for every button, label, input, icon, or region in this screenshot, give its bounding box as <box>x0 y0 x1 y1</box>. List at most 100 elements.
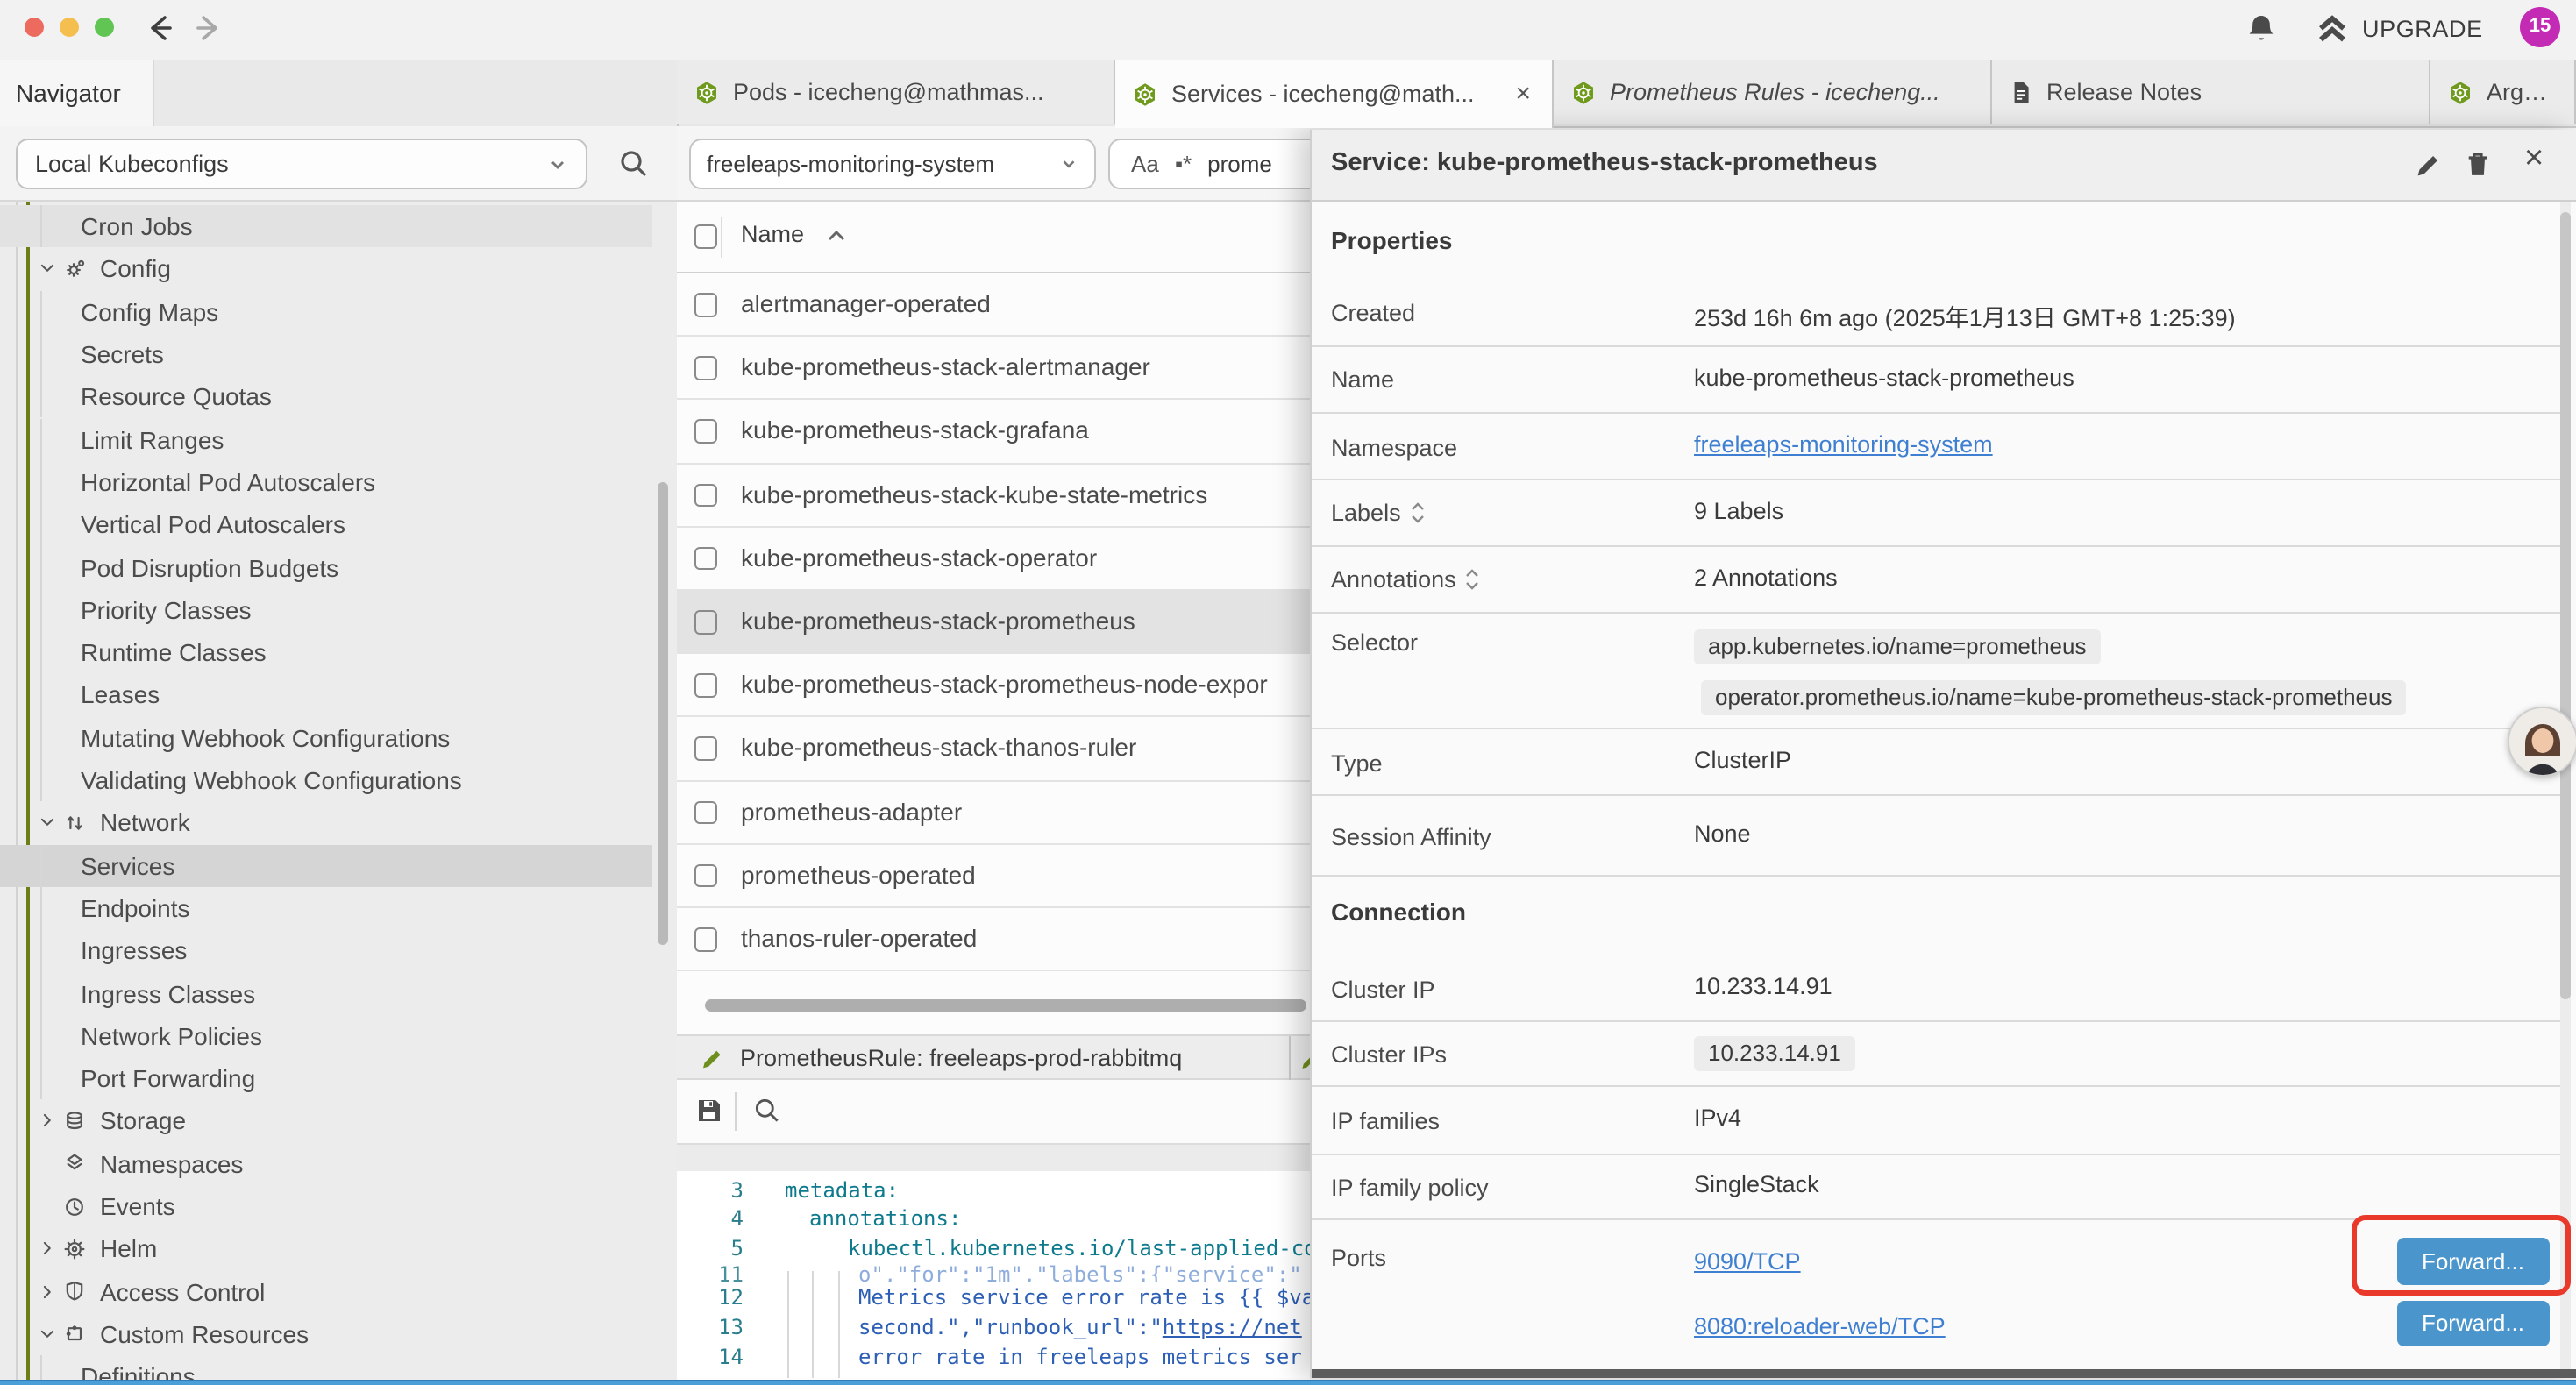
row-checkbox[interactable] <box>694 293 717 316</box>
forward-button[interactable]: Forward... <box>2397 1300 2549 1346</box>
chevron-right-icon[interactable] <box>37 1239 58 1260</box>
chevron-down-icon[interactable] <box>37 813 58 834</box>
property-value-link[interactable]: freeleaps-monitoring-system <box>1694 431 1993 458</box>
sidebar-item-access-control[interactable]: Access Control <box>0 1270 652 1313</box>
chevron-right-icon[interactable] <box>37 1281 58 1302</box>
sidebar-item-horizontal-pod-autoscalers[interactable]: Horizontal Pod Autoscalers <box>0 461 652 504</box>
sidebar-item-leases[interactable]: Leases <box>0 674 652 717</box>
back-arrow-icon[interactable] <box>144 12 175 44</box>
close-tab-icon[interactable]: × <box>1512 79 1534 109</box>
tab-navigator[interactable]: Navigator <box>0 60 154 126</box>
row-checkbox[interactable] <box>694 420 717 444</box>
sort-toggle-icon[interactable] <box>1410 502 1426 525</box>
edit-pencil-icon[interactable] <box>2414 151 2442 179</box>
name-column-header[interactable]: Name <box>741 221 804 247</box>
sidebar-item-pod-disruption-budgets[interactable]: Pod Disruption Budgets <box>0 546 652 589</box>
tab-pods[interactable]: Pods - icecheng@mathmas... <box>677 60 1115 124</box>
sort-ascending-icon[interactable] <box>826 228 847 244</box>
sidebar-item-services[interactable]: Services <box>0 844 652 887</box>
code-link[interactable]: https://net <box>1163 1314 1302 1339</box>
drawer-scrollbar[interactable] <box>2560 212 2571 999</box>
property-label: Namespace <box>1331 414 1457 480</box>
row-checkbox[interactable] <box>694 800 717 824</box>
tab-argo[interactable]: Argo Se <box>2430 60 2576 124</box>
sidebar-item-namespaces[interactable]: Namespaces <box>0 1142 652 1185</box>
sidebar-item-priority-classes[interactable]: Priority Classes <box>0 588 652 631</box>
notifications-bell-icon[interactable] <box>2245 12 2278 47</box>
sidebar-item-validating-webhook-configurations[interactable]: Validating Webhook Configurations <box>0 759 652 802</box>
regex-icon[interactable]: ▪* <box>1175 151 1192 177</box>
sidebar-item-cron-jobs[interactable]: Cron Jobs <box>0 205 652 248</box>
row-checkbox[interactable] <box>694 483 717 507</box>
editor-tab-bar[interactable]: PrometheusRule: freeleaps-prod-rabbitmq <box>677 1034 1310 1080</box>
sidebar-item-config[interactable]: Config <box>0 248 652 291</box>
sidebar-item-storage[interactable]: Storage <box>0 1100 652 1143</box>
service-row[interactable]: kube-prometheus-stack-alertmanager <box>677 337 1310 400</box>
navigator-search-icon[interactable] <box>617 147 651 181</box>
tab-release[interactable]: Release Notes <box>1992 60 2430 124</box>
chevron-down-icon[interactable] <box>37 1324 58 1345</box>
yaml-editor[interactable]: 3metadata:4annotations:5kubectl.kubernet… <box>677 1171 1310 1378</box>
row-checkbox[interactable] <box>694 673 717 697</box>
sidebar-item-network[interactable]: Network <box>0 801 652 844</box>
sidebar-item-ingress-classes[interactable]: Ingress Classes <box>0 972 652 1015</box>
namespace-filter-select[interactable]: freeleaps-monitoring-system <box>689 138 1096 189</box>
chevron-down-icon[interactable] <box>37 259 58 280</box>
sidebar-item-vertical-pod-autoscalers[interactable]: Vertical Pod Autoscalers <box>0 503 652 546</box>
sidebar-item-events[interactable]: Events <box>0 1185 652 1228</box>
service-row[interactable]: kube-prometheus-stack-prometheus-node-ex… <box>677 654 1310 717</box>
property-row-type: TypeClusterIP <box>1311 729 2559 796</box>
service-row[interactable]: kube-prometheus-stack-thanos-ruler <box>677 718 1310 781</box>
match-case-icon[interactable]: Aa <box>1131 151 1159 177</box>
editor-search-icon[interactable] <box>752 1096 782 1126</box>
services-search-input[interactable]: Aa ▪* prome <box>1108 138 1341 189</box>
upgrade-button[interactable]: UPGRADE <box>2315 9 2483 51</box>
sidebar-item-port-forwarding[interactable]: Port Forwarding <box>0 1057 652 1100</box>
window-zoom-button[interactable] <box>94 17 113 36</box>
sidebar-item-limit-ranges[interactable]: Limit Ranges <box>0 418 652 461</box>
sidebar-group-label: Storage <box>100 1107 186 1135</box>
assistant-avatar[interactable] <box>2508 707 2576 777</box>
horizontal-scrollbar[interactable] <box>705 999 1306 1012</box>
service-row[interactable]: kube-prometheus-stack-prometheus <box>677 591 1310 654</box>
service-row[interactable]: alertmanager-operated <box>677 273 1310 337</box>
forward-arrow-icon[interactable] <box>193 12 224 44</box>
sidebar-item-helm[interactable]: Helm <box>0 1227 652 1270</box>
window-minimize-button[interactable] <box>59 17 78 36</box>
sidebar-item-runtime-classes[interactable]: Runtime Classes <box>0 631 652 674</box>
service-row[interactable]: prometheus-operated <box>677 845 1310 908</box>
service-row[interactable]: prometheus-adapter <box>677 781 1310 844</box>
service-row[interactable]: kube-prometheus-stack-kube-state-metrics <box>677 464 1310 527</box>
select-all-checkbox[interactable] <box>694 224 717 248</box>
chevron-right-icon[interactable] <box>37 1111 58 1132</box>
kubeconfig-select[interactable]: Local Kubeconfigs <box>16 138 587 189</box>
sidebar-scrollbar[interactable] <box>658 482 668 945</box>
port-link[interactable]: 9090/TCP <box>1694 1248 1801 1275</box>
sidebar-item-mutating-webhook-configurations[interactable]: Mutating Webhook Configurations <box>0 716 652 759</box>
sidebar-item-ingresses[interactable]: Ingresses <box>0 929 652 972</box>
sidebar-item-resource-quotas[interactable]: Resource Quotas <box>0 375 652 418</box>
sidebar-item-endpoints[interactable]: Endpoints <box>0 887 652 930</box>
tab-services[interactable]: Services - icecheng@math...× <box>1115 60 1554 128</box>
sort-toggle-icon[interactable] <box>1465 569 1481 592</box>
sidebar-item-network-policies[interactable]: Network Policies <box>0 1014 652 1057</box>
delete-trash-icon[interactable] <box>2463 151 2491 179</box>
service-row[interactable]: kube-prometheus-stack-operator <box>677 528 1310 591</box>
row-checkbox[interactable] <box>694 927 717 951</box>
profile-badge[interactable]: 15 <box>2520 6 2560 46</box>
sidebar-item-config-maps[interactable]: Config Maps <box>0 290 652 333</box>
close-icon[interactable]: × <box>2524 142 2544 175</box>
sidebar-item-custom-resources[interactable]: Custom Resources <box>0 1313 652 1356</box>
port-link[interactable]: 8080:reloader-web/TCP <box>1694 1312 1946 1339</box>
service-row[interactable]: kube-prometheus-stack-grafana <box>677 401 1310 464</box>
row-checkbox[interactable] <box>694 737 717 761</box>
window-close-button[interactable] <box>24 17 43 36</box>
row-checkbox[interactable] <box>694 356 717 380</box>
row-checkbox[interactable] <box>694 864 717 888</box>
tab-prometheus[interactable]: Prometheus Rules - icecheng... <box>1554 60 1992 124</box>
row-checkbox[interactable] <box>694 610 717 634</box>
sidebar-item-secrets[interactable]: Secrets <box>0 333 652 376</box>
service-row[interactable]: thanos-ruler-operated <box>677 908 1310 971</box>
row-checkbox[interactable] <box>694 547 717 571</box>
save-icon[interactable] <box>694 1096 724 1126</box>
